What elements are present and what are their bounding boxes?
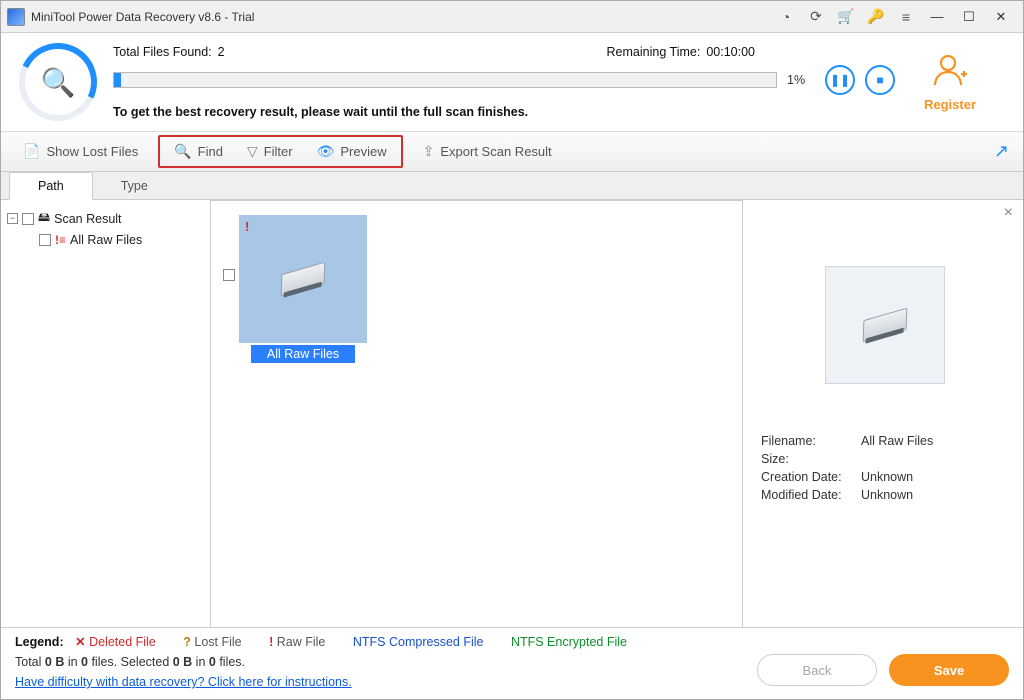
share-icon: ↗ [994,141,1009,162]
app-icon [7,8,25,26]
raw-flag-icon: ! [245,219,249,234]
thumbnail-image: ! [239,215,367,343]
export-icon: ⇪ [423,143,435,160]
legend-ntfs-encrypted: NTFS Encrypted File [511,635,627,649]
funnel-icon: ▽ [247,143,258,160]
toolbar-menu-icon[interactable]: ≡ [895,6,917,28]
highlighted-tool-group: 🔍 Find ▽ Filter 👁 Preview [158,135,402,168]
tree-root-label: Scan Result [54,212,121,226]
toolbar-cart-icon[interactable]: 🛒 [835,6,857,28]
window-maximize-button[interactable]: ☐ [954,6,984,28]
meta-filename-key: Filename: [761,434,861,448]
panel-close-button[interactable]: × [1004,204,1013,222]
toolbar-clock-icon[interactable]: ◔ [775,6,797,28]
raw-file-icon: !≡ [55,233,66,247]
search-icon: 🔍 [174,143,191,160]
view-tabs: Path Type [1,172,1023,200]
thumbnail-item[interactable]: ! All Raw Files [239,215,367,363]
meta-modified-key: Modified Date: [761,488,861,502]
app-window: MiniTool Power Data Recovery v8.6 - Tria… [0,0,1024,700]
title-bar: MiniTool Power Data Recovery v8.6 - Tria… [1,1,1023,33]
save-button[interactable]: Save [889,654,1009,686]
progress-bar [113,72,777,88]
register-button[interactable]: Register [895,53,1005,112]
share-button[interactable]: ↗ [990,137,1013,166]
thumbnail-checkbox[interactable] [223,269,235,281]
back-button[interactable]: Back [757,654,877,686]
tree-child-checkbox[interactable] [39,234,51,246]
disk-icon: 🖴 [38,208,50,229]
legend-deleted: Deleted File [89,635,156,649]
remaining-time-value: 00:10:00 [706,45,755,59]
thumbnail-label: All Raw Files [251,345,355,363]
find-label: Find [198,144,223,159]
eye-icon: 👁 [317,143,335,160]
meta-size-key: Size: [761,452,861,466]
tree-root-checkbox[interactable] [22,213,34,225]
remaining-time-label: Remaining Time: [607,45,701,59]
meta-filename-value: All Raw Files [861,434,933,448]
export-label: Export Scan Result [440,144,551,159]
export-button[interactable]: ⇪ Export Scan Result [411,139,564,164]
progress-hint: To get the best recovery result, please … [113,105,895,119]
drive-preview-icon [863,308,908,343]
tree-root-row[interactable]: − 🖴 Scan Result [5,206,206,231]
legend-row: Legend: ✕ Deleted File ? Lost File ! Raw… [15,634,1009,649]
tree-collapse-icon[interactable]: − [7,213,18,224]
show-lost-files-label: Show Lost Files [46,144,138,159]
legend-title: Legend: [15,635,64,649]
meta-created-key: Creation Date: [761,470,861,484]
toolbar-key-icon[interactable]: 🔑 [865,6,887,28]
files-found-label: Total Files Found: [113,45,212,59]
main-area: − 🖴 Scan Result !≡ All Raw Files ! [1,200,1023,627]
user-plus-icon [895,53,1005,93]
meta-modified-value: Unknown [861,488,913,502]
tree-panel: − 🖴 Scan Result !≡ All Raw Files [1,200,211,627]
footer: Legend: ✕ Deleted File ? Lost File ! Raw… [1,627,1023,699]
file-metadata: Filename:All Raw Files Size: Creation Da… [761,434,1009,502]
window-minimize-button[interactable]: — [922,6,952,28]
tab-path[interactable]: Path [9,172,93,200]
drive-thumbnail-icon [281,262,326,297]
scan-animation-icon: 🔍 [19,43,97,121]
help-link[interactable]: Have difficulty with data recovery? Clic… [15,675,352,689]
show-lost-files-button[interactable]: 📄 Show Lost Files [11,139,150,164]
preview-thumbnail [825,266,945,384]
files-found-value: 2 [218,45,225,59]
filter-button[interactable]: ▽ Filter [235,139,305,164]
stop-button[interactable]: ■ [865,65,895,95]
legend-raw: Raw File [277,635,326,649]
tree-child-label: All Raw Files [70,233,142,247]
register-label: Register [895,97,1005,112]
action-toolbar: 📄 Show Lost Files 🔍 Find ▽ Filter 👁 Prev… [1,132,1023,172]
tab-type[interactable]: Type [93,173,176,199]
preview-label: Preview [340,144,386,159]
detail-panel: × Filename:All Raw Files Size: Creation … [743,200,1023,627]
toolbar-refresh-icon[interactable]: ⟳ [805,6,827,28]
pause-button[interactable]: ❚❚ [825,65,855,95]
preview-button[interactable]: 👁 Preview [305,139,399,164]
meta-created-value: Unknown [861,470,913,484]
content-panel: ! All Raw Files [211,200,743,627]
progress-percent: 1% [787,73,815,87]
tree-child-row[interactable]: !≡ All Raw Files [5,231,206,249]
window-title: MiniTool Power Data Recovery v8.6 - Tria… [31,10,254,24]
document-icon: 📄 [23,143,40,160]
legend-lost: Lost File [194,635,241,649]
legend-ntfs-compressed: NTFS Compressed File [353,635,484,649]
progress-panel: 🔍 Total Files Found: 2 Remaining Time: 0… [1,33,1023,132]
window-close-button[interactable]: ✕ [986,6,1016,28]
find-button[interactable]: 🔍 Find [162,139,235,164]
totals-line: Total 0 B in 0 files. Selected 0 B in 0 … [15,655,352,669]
filter-label: Filter [264,144,293,159]
